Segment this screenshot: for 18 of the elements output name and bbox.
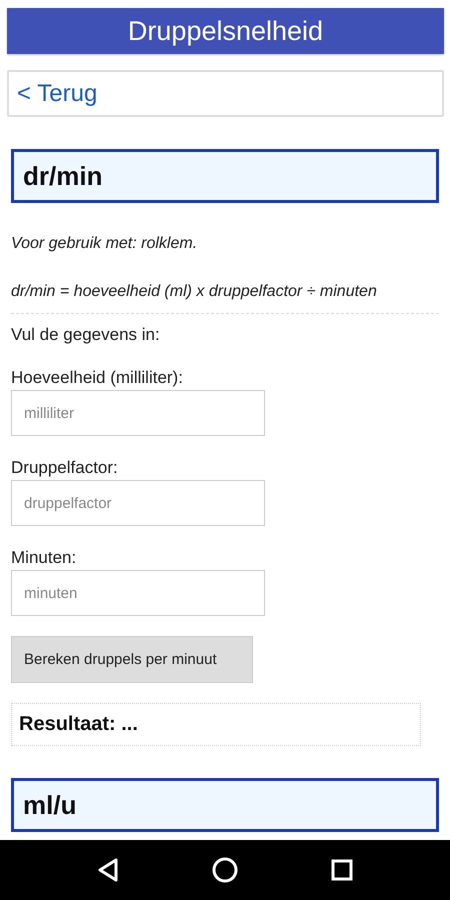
instruction-text: Vul de gegevens in: bbox=[11, 324, 161, 346]
back-icon[interactable] bbox=[96, 858, 119, 882]
field-label: Minuten: bbox=[11, 548, 78, 568]
formula-text: dr/min = hoeveelheid (ml) x druppelfactor ÷ minuten bbox=[11, 282, 378, 302]
calculate-button[interactable]: Bereken druppels per minuut bbox=[11, 636, 253, 683]
section-heading: dr/min bbox=[11, 149, 439, 203]
input-field[interactable]: druppelfactor bbox=[11, 480, 265, 526]
usage-note: Voor gebruik met: rolklem. bbox=[11, 234, 198, 254]
field-label: Druppelfactor: bbox=[11, 458, 119, 478]
recents-icon[interactable] bbox=[331, 859, 354, 881]
home-icon[interactable] bbox=[212, 857, 238, 883]
field-label: Hoeveelheid (milliliter): bbox=[11, 368, 184, 388]
input-field[interactable]: milliliter bbox=[11, 390, 265, 436]
section-heading: ml/u bbox=[11, 778, 439, 832]
result-text: Resultaat: ... bbox=[19, 713, 138, 736]
input-field[interactable]: minuten bbox=[11, 570, 265, 616]
app-title: Druppelsnelheid bbox=[7, 8, 444, 54]
back-button[interactable]: < Terug bbox=[7, 70, 444, 117]
